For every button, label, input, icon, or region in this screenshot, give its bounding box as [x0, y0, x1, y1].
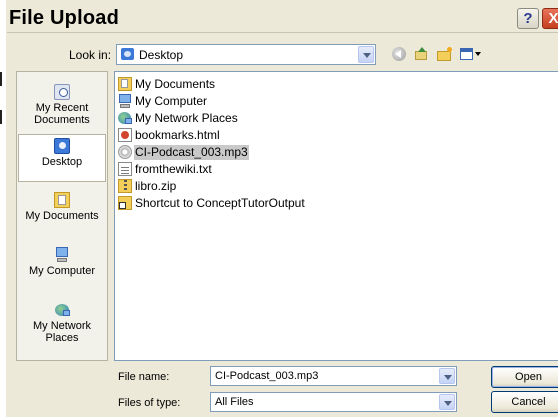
place-label: Desktop	[41, 156, 83, 168]
place-label: My Recent Documents	[34, 102, 90, 126]
my-documents-icon	[118, 77, 132, 91]
list-item[interactable]: My Documents	[118, 76, 216, 92]
views-menu-icon[interactable]	[460, 47, 482, 61]
place-my-computer[interactable]: My Computer	[18, 247, 106, 277]
look-in-label: Look in:	[69, 48, 112, 62]
my-documents-icon	[54, 192, 70, 208]
window-edge-mark	[0, 72, 2, 86]
files-of-type-value: All Files	[215, 396, 254, 408]
file-name: fromthewiki.txt	[135, 161, 212, 176]
chevron-down-icon[interactable]	[358, 46, 374, 63]
desktop-icon	[121, 48, 134, 60]
recent-documents-icon	[54, 84, 70, 100]
file-name: bookmarks.html	[135, 127, 220, 142]
files-of-type-dropdown[interactable]: All Files	[210, 392, 457, 412]
window-edge-mark	[0, 110, 2, 124]
list-item[interactable]: fromthewiki.txt	[118, 161, 213, 177]
place-desktop[interactable]: Desktop	[18, 134, 106, 182]
file-list[interactable]: My Documents My Computer My Network Plac…	[114, 71, 558, 361]
file-name: My Computer	[135, 93, 208, 108]
list-item[interactable]: My Network Places	[118, 110, 239, 126]
html-file-icon	[118, 128, 132, 142]
place-my-documents[interactable]: My Documents	[18, 192, 106, 222]
file-upload-dialog: File Upload ? X Look in: Desktop My Rece…	[0, 0, 558, 417]
title-bar[interactable]: File Upload ? X	[7, 4, 558, 33]
files-of-type-label: Files of type:	[118, 397, 181, 409]
file-name: libro.zip	[135, 178, 177, 193]
chevron-down-icon[interactable]	[439, 368, 455, 384]
my-computer-icon	[54, 247, 70, 263]
file-name: My Network Places	[135, 110, 238, 125]
list-item-selected[interactable]: CI-Podcast_003.mp3	[118, 144, 249, 160]
zip-file-icon	[118, 179, 132, 193]
network-places-icon	[54, 302, 70, 318]
desktop-icon	[54, 138, 70, 154]
open-button[interactable]: Open	[491, 366, 558, 388]
file-name: CI-Podcast_003.mp3	[134, 144, 249, 160]
up-folder-icon[interactable]	[414, 47, 428, 61]
background-window-edge	[0, 0, 6, 417]
new-folder-icon[interactable]	[437, 47, 453, 61]
back-icon[interactable]	[392, 47, 406, 61]
list-item[interactable]: bookmarks.html	[118, 127, 221, 143]
file-name-value: CI-Podcast_003.mp3	[215, 370, 319, 382]
my-computer-icon	[118, 94, 132, 108]
cancel-button[interactable]: Cancel	[491, 391, 558, 413]
shortcut-folder-icon	[118, 196, 132, 210]
close-button[interactable]: X	[542, 8, 558, 29]
place-label: My Documents	[25, 210, 99, 222]
place-label: My Computer	[28, 265, 96, 277]
list-item[interactable]: Shortcut to ConceptTutorOutput	[118, 195, 306, 211]
dialog-title: File Upload	[9, 7, 119, 29]
place-label: My Network Places	[32, 320, 92, 344]
place-my-network-places[interactable]: My Network Places	[18, 302, 106, 344]
help-button[interactable]: ?	[517, 8, 539, 29]
chevron-down-icon[interactable]	[439, 394, 455, 410]
place-my-recent-documents[interactable]: My Recent Documents	[18, 84, 106, 126]
list-item[interactable]: libro.zip	[118, 178, 177, 194]
places-bar: My Recent Documents Desktop My Documents…	[16, 71, 108, 361]
file-name-label: File name:	[118, 371, 170, 383]
file-name: My Documents	[135, 76, 216, 91]
text-file-icon	[118, 162, 132, 176]
look-in-value: Desktop	[139, 48, 184, 62]
file-name: Shortcut to ConceptTutorOutput	[135, 195, 305, 210]
list-item[interactable]: My Computer	[118, 93, 208, 109]
network-places-icon	[118, 111, 132, 125]
file-name-field[interactable]: CI-Podcast_003.mp3	[210, 366, 457, 386]
mp3-file-icon	[118, 145, 132, 159]
look-in-dropdown[interactable]: Desktop	[116, 44, 376, 65]
